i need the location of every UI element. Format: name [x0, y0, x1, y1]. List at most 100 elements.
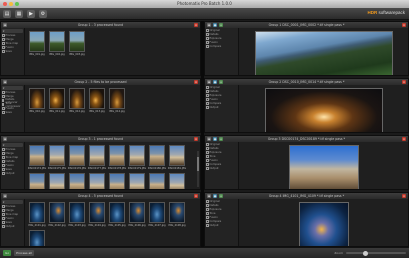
sidebar-option[interactable]: Fusion [2, 46, 23, 49]
thumbnail-image[interactable] [69, 172, 85, 189]
remove-group-icon[interactable]: × [194, 137, 198, 141]
checkbox[interactable] [2, 91, 5, 94]
thumbnail-image[interactable] [109, 172, 125, 189]
checkbox[interactable] [2, 164, 5, 167]
preview-option[interactable]: Exposure [206, 151, 237, 154]
checkbox[interactable] [2, 42, 5, 45]
hdr-preview-image[interactable] [254, 31, 393, 75]
thumbnail[interactable]: IMG_4106.jpg [128, 202, 146, 227]
thumbnail[interactable]: DSC00184.JPG [69, 172, 85, 189]
preview-option[interactable]: Output [206, 224, 237, 227]
sidebar-option[interactable]: Save [2, 221, 23, 224]
thumbnail[interactable]: IMG_4109.jpg [29, 229, 45, 246]
preview-option[interactable]: Compare [206, 163, 237, 166]
preview-option[interactable]: Compare [206, 220, 237, 223]
thumbnail[interactable]: IMG_012.jpg [69, 88, 85, 113]
thumbnail-image[interactable] [29, 145, 45, 166]
checkbox[interactable] [206, 216, 209, 219]
checkbox[interactable] [206, 29, 209, 32]
settings-preset-select[interactable]: ▾ [2, 86, 23, 90]
thumbnail[interactable]: IMG_003.jpg [69, 31, 85, 56]
vertical-scrollbar[interactable] [197, 151, 199, 187]
preview-option[interactable]: Tone [206, 155, 237, 158]
sidebar-option[interactable]: Tone compressor [2, 102, 23, 108]
checkbox[interactable] [206, 41, 209, 44]
thumbnail-image[interactable] [49, 31, 65, 52]
thumbnail-image[interactable] [149, 202, 165, 223]
process-all-button[interactable]: Process all [14, 250, 35, 256]
thumbnail-image[interactable] [89, 145, 105, 166]
thumbnail[interactable]: IMG_4102.jpg [48, 202, 66, 227]
checkbox[interactable] [2, 111, 5, 114]
sidebar-option[interactable]: Save [2, 50, 23, 53]
preview-option[interactable]: Exposure [206, 94, 237, 97]
checkbox[interactable] [206, 151, 209, 154]
thumbnail[interactable]: DSC00176.JPG [68, 145, 86, 170]
checkbox[interactable] [2, 152, 5, 155]
thumbnail-image[interactable] [109, 202, 125, 223]
thumbnail-image[interactable] [49, 202, 65, 223]
thumbnail[interactable]: DSC00185.JPG [89, 172, 105, 189]
sidebar-option[interactable]: Process [2, 148, 23, 151]
hdr-preview-image[interactable] [288, 145, 359, 189]
checkbox[interactable] [2, 156, 5, 159]
thumbnail-image[interactable] [169, 172, 185, 189]
preview-option[interactable]: Fusion [206, 216, 237, 219]
checkbox[interactable] [206, 212, 209, 215]
thumbnail[interactable]: DSC00179.JPG [128, 145, 146, 170]
thumbnail[interactable]: IMG_4104.jpg [88, 202, 106, 227]
sidebar-option[interactable]: Tone map [2, 42, 23, 45]
preview-option[interactable]: Compare [206, 102, 237, 105]
thumbnail[interactable]: DSC00183.JPG [49, 172, 65, 189]
checkbox[interactable] [206, 204, 209, 207]
preview-option[interactable]: Exposure [206, 37, 237, 40]
preview-option[interactable]: Original [206, 29, 237, 32]
checkbox[interactable] [2, 103, 5, 106]
checkbox[interactable] [2, 148, 5, 151]
close-preview-icon[interactable]: × [402, 137, 406, 141]
checkbox[interactable] [206, 163, 209, 166]
thumbnail-image[interactable] [149, 145, 165, 166]
checkbox[interactable] [2, 46, 5, 49]
play-icon[interactable]: ▶ [27, 9, 35, 18]
sidebar-option[interactable]: Fusion [2, 107, 23, 110]
checkbox[interactable] [2, 99, 5, 102]
close-preview-icon[interactable]: × [402, 23, 406, 27]
checkbox[interactable] [206, 106, 209, 109]
thumbnail-image[interactable] [129, 172, 145, 189]
sidebar-option[interactable]: Details [2, 160, 23, 163]
thumbnail[interactable]: IMG_4101.jpg [28, 202, 46, 227]
thumbnail-image[interactable] [49, 172, 65, 189]
checkbox[interactable] [206, 155, 209, 158]
zoom-slider[interactable] [346, 250, 406, 256]
checkbox[interactable] [206, 86, 209, 89]
thumbnail[interactable]: IMG_014.jpg [109, 88, 125, 113]
preview-option[interactable]: Compare [206, 45, 237, 48]
sidebar-option[interactable]: Tone map [2, 156, 23, 159]
thumbnail-image[interactable] [149, 172, 165, 189]
checkbox[interactable] [206, 208, 209, 211]
preview-option[interactable]: Exposure [206, 208, 237, 211]
checkbox[interactable] [206, 37, 209, 40]
preview-option[interactable]: Tone [206, 212, 237, 215]
thumbnail[interactable]: DSC00178.JPG [108, 145, 126, 170]
sidebar-option[interactable]: Merge [2, 209, 23, 212]
thumbnail[interactable]: IMG_4107.jpg [148, 202, 166, 227]
sidebar-option[interactable]: Merge [2, 38, 23, 41]
thumbnail[interactable]: DSC00189.JPG [169, 172, 185, 189]
thumbnail-image[interactable] [129, 145, 145, 166]
checkbox[interactable] [2, 160, 5, 163]
checkbox[interactable] [206, 220, 209, 223]
checkbox[interactable] [206, 45, 209, 48]
sidebar-option[interactable]: Save [2, 111, 23, 114]
sidebar-option[interactable]: Fusion [2, 164, 23, 167]
close-preview-icon[interactable]: × [402, 194, 406, 198]
thumbnail-image[interactable] [29, 229, 45, 246]
thumbnail-image[interactable] [69, 88, 85, 109]
checkbox[interactable] [2, 221, 5, 224]
sidebar-option[interactable]: Merge [2, 152, 23, 155]
checkbox[interactable] [206, 33, 209, 36]
checkbox[interactable] [2, 213, 5, 216]
remove-group-icon[interactable]: × [194, 194, 198, 198]
thumbnail[interactable]: IMG_002.jpg [49, 31, 65, 56]
